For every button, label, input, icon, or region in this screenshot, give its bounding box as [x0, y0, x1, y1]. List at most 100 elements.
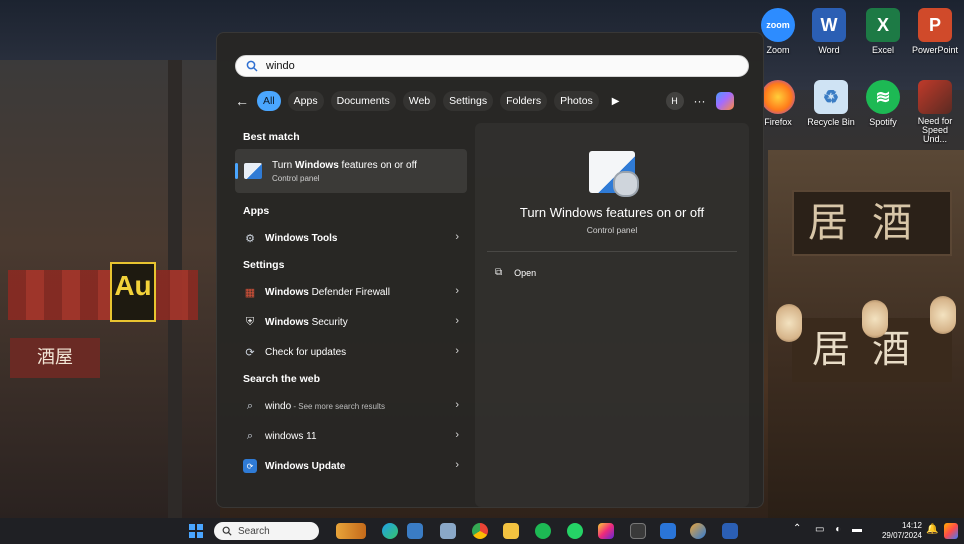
web-result-windows-11[interactable]: ⌕ windows 11 › — [235, 421, 469, 451]
chevron-right-icon[interactable]: › — [455, 399, 459, 411]
shield-icon: ⛨ — [245, 315, 255, 328]
copilot-icon[interactable] — [715, 92, 734, 110]
store-icon[interactable] — [407, 523, 423, 539]
instagram-icon[interactable] — [598, 523, 614, 539]
desktop-icon-recycle-bin[interactable]: ♻ Recycle Bin — [806, 80, 856, 127]
detail-divider — [487, 251, 737, 252]
best-match-result[interactable]: Turn Windows features on or off Control … — [235, 149, 467, 193]
taskbar-search[interactable]: Search — [214, 522, 319, 540]
chevron-right-icon[interactable]: › — [455, 429, 459, 441]
desktop-icon-powerpoint[interactable]: P PowerPoint — [910, 8, 960, 55]
result-label-bold: Windows Tools — [265, 232, 338, 244]
app-result-windows-tools[interactable]: ⚙ Windows Tools › — [235, 223, 469, 253]
filter-apps[interactable]: Apps — [287, 91, 324, 111]
open-label: Open — [514, 267, 537, 278]
zoom-icon: zoom — [761, 8, 795, 42]
excel-icon: X — [866, 8, 900, 42]
chevron-right-icon[interactable]: › — [455, 459, 459, 471]
wallpaper-kanji-sign-top: 居酒 — [792, 190, 952, 256]
result-label-suffix: Security — [308, 316, 348, 328]
search-input[interactable] — [266, 60, 726, 72]
setting-result-updates[interactable]: ⟳ Check for updates › — [235, 337, 469, 367]
desktop-icon-nfs[interactable]: Need for Speed Und... — [910, 80, 960, 144]
filter-documents[interactable]: Documents — [330, 91, 396, 111]
desktop-icon-spotify[interactable]: ≋ Spotify — [858, 80, 908, 127]
refresh-icon: ⟳ — [245, 346, 255, 359]
chevron-up-icon[interactable]: ⌃ — [793, 523, 801, 534]
web-result-windows-update[interactable]: ⟳ Windows Update › — [235, 451, 469, 481]
system-tray-icons[interactable]: ▭ ◐ ▬ — [815, 524, 866, 535]
whatsapp-icon[interactable] — [567, 523, 583, 539]
wallpaper-awning — [8, 270, 198, 320]
notification-bell-icon[interactable]: 🔔 — [926, 524, 938, 535]
desktop-icon-label: Excel — [871, 45, 894, 55]
best-match-subtitle: Control panel — [272, 173, 320, 183]
search-web-heading: Search the web — [243, 373, 321, 385]
result-label-bold: Windows — [265, 286, 309, 298]
filter-web[interactable]: Web — [402, 91, 437, 111]
account-avatar[interactable]: H — [665, 92, 684, 110]
chevron-right-icon[interactable]: › — [455, 285, 459, 297]
app-icon[interactable] — [690, 523, 706, 539]
camera-icon[interactable] — [440, 523, 456, 539]
filter-photos[interactable]: Photos — [554, 91, 599, 111]
web-result-windo[interactable]: ⌕ windo - See more search results › — [235, 391, 469, 421]
result-label-suffix: Defender Firewall — [308, 286, 390, 298]
detail-title: Turn Windows features on or off — [519, 205, 705, 220]
web-sub: - See more search results — [291, 401, 385, 411]
result-label: Check for updates — [265, 346, 347, 358]
open-external-icon: ⧉ — [495, 267, 503, 278]
chevron-right-icon[interactable]: › — [455, 231, 459, 243]
search-icon: ⌕ — [246, 429, 254, 442]
spotify-icon[interactable] — [535, 523, 551, 539]
chrome-icon[interactable] — [472, 523, 488, 539]
widgets-icon[interactable] — [336, 523, 366, 539]
windows-logo-tile — [189, 524, 195, 530]
clock-time: 14:12 — [901, 521, 922, 530]
file-explorer-icon[interactable] — [503, 523, 519, 539]
terminal-icon[interactable] — [630, 523, 646, 539]
filter-folders[interactable]: Folders — [500, 91, 548, 111]
detail-subtitle: Control panel — [586, 225, 638, 235]
firefox-icon — [761, 80, 795, 114]
best-match-heading: Best match — [243, 131, 300, 143]
back-arrow-icon[interactable]: ← — [235, 93, 257, 109]
start-search-panel: ← All Apps Documents Web Settings Folder… — [216, 32, 764, 508]
desktop-icon-label: Spotify — [869, 117, 897, 127]
filter-settings[interactable]: Settings — [443, 91, 494, 111]
powerpoint-icon: P — [918, 8, 952, 42]
desktop-icon-label: Word — [818, 45, 840, 55]
results-list: Best match Turn Windows features on or o… — [235, 125, 469, 481]
edge-icon[interactable] — [382, 523, 398, 539]
open-action[interactable]: ⧉ Open — [495, 267, 536, 278]
taskbar-clock[interactable]: 14:12 29/07/2024 — [870, 521, 922, 541]
result-label-bold: Windows — [265, 316, 309, 328]
title-prefix: Turn — [272, 159, 295, 171]
word-icon[interactable] — [722, 523, 738, 539]
search-icon — [222, 526, 232, 536]
desktop-icon-word[interactable]: W Word — [804, 8, 854, 55]
windows-features-large-icon — [589, 151, 639, 197]
title-suffix: features on or off — [338, 159, 417, 171]
more-options-icon[interactable]: ··· — [694, 94, 706, 108]
word-icon: W — [812, 8, 846, 42]
setting-result-security[interactable]: ⛨ Windows Security › — [235, 307, 469, 337]
filter-all[interactable]: All — [257, 91, 281, 111]
result-detail-pane: Turn Windows features on or off Control … — [475, 123, 749, 507]
wallpaper-lantern — [776, 304, 802, 342]
search-box[interactable] — [235, 55, 749, 77]
desktop-icon-label: Recycle Bin — [807, 117, 855, 127]
windows-logo-tile — [197, 532, 203, 538]
setting-result-firewall[interactable]: ▦ Windows Defender Firewall › — [235, 277, 469, 307]
filter-bar: ← All Apps Documents Web Settings Folder… — [235, 89, 755, 113]
web-query: windows 11 — [265, 430, 317, 442]
desktop-icon-label: PowerPoint — [911, 45, 959, 55]
start-button[interactable] — [189, 524, 203, 538]
windows-features-icon — [244, 163, 262, 179]
chevron-right-icon[interactable]: › — [455, 345, 459, 357]
copilot-taskbar-icon[interactable] — [944, 523, 958, 539]
chevron-right-icon[interactable]: › — [455, 315, 459, 327]
desktop-icon-excel[interactable]: X Excel — [858, 8, 908, 55]
more-filters-play-icon[interactable]: ▶ — [612, 96, 620, 107]
vscode-icon[interactable] — [660, 523, 676, 539]
